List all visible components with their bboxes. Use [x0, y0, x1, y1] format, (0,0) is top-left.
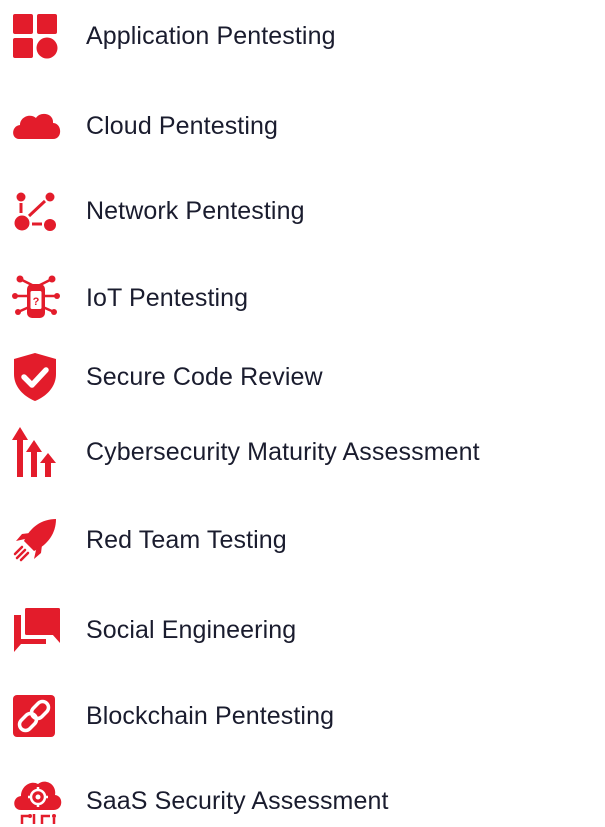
chain-link-icon — [12, 690, 66, 742]
menu-item-label: Social Engineering — [86, 615, 297, 644]
menu-item-label: SaaS Security Assessment — [86, 786, 389, 815]
cloud-gear-icon — [12, 775, 66, 827]
grid-icon — [12, 10, 66, 62]
menu-item-social-engineering[interactable]: Social Engineering — [12, 604, 602, 656]
network-icon — [12, 185, 66, 237]
chat-bubbles-icon — [12, 604, 66, 656]
menu-item-network-pentesting[interactable]: Network Pentesting — [12, 185, 602, 237]
menu-item-secure-code-review[interactable]: Secure Code Review — [12, 351, 602, 403]
svg-text:?: ? — [33, 296, 40, 308]
menu-item-saas-security-assessment[interactable]: SaaS Security Assessment — [12, 775, 602, 827]
menu-item-cloud-pentesting[interactable]: Cloud Pentesting — [12, 100, 602, 152]
services-menu: Application Pentesting Cloud Pentesting … — [0, 0, 605, 824]
menu-item-label: Red Team Testing — [86, 525, 287, 554]
menu-item-label: Secure Code Review — [86, 362, 323, 391]
menu-item-label: Cloud Pentesting — [86, 111, 279, 140]
growth-arrows-icon — [12, 426, 66, 478]
menu-item-label: Application Pentesting — [86, 21, 336, 50]
rocket-icon — [12, 514, 66, 566]
iot-device-icon: ? — [12, 272, 66, 324]
shield-check-icon — [12, 351, 66, 403]
menu-item-cybersecurity-maturity-assessment[interactable]: Cybersecurity Maturity Assessment — [12, 426, 602, 478]
menu-item-red-team-testing[interactable]: Red Team Testing — [12, 514, 602, 566]
menu-item-blockchain-pentesting[interactable]: Blockchain Pentesting — [12, 690, 602, 742]
menu-item-label: Cybersecurity Maturity Assessment — [86, 437, 480, 466]
menu-item-application-pentesting[interactable]: Application Pentesting — [12, 10, 602, 62]
cloud-icon — [12, 100, 66, 152]
menu-item-label: IoT Pentesting — [86, 283, 249, 312]
menu-item-iot-pentesting[interactable]: ? IoT Pentesting — [12, 272, 602, 324]
menu-item-label: Network Pentesting — [86, 196, 305, 225]
menu-item-label: Blockchain Pentesting — [86, 701, 335, 730]
